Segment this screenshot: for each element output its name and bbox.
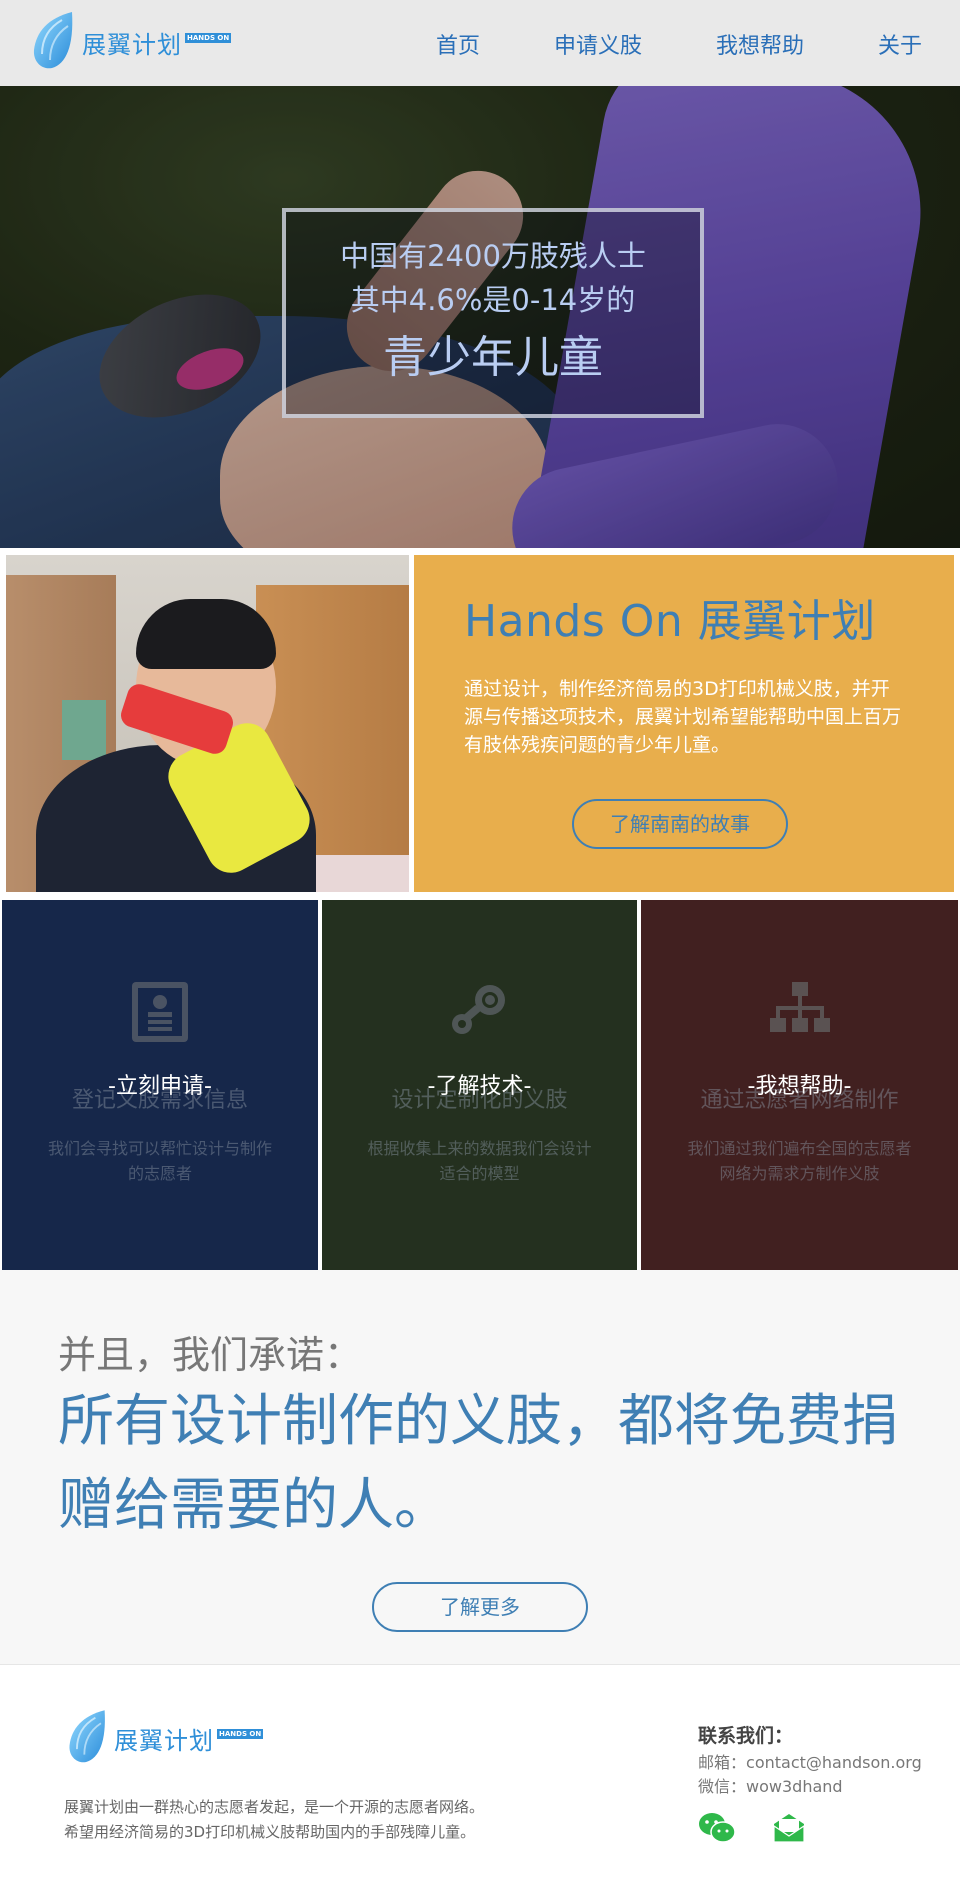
learn-more-button[interactable]: 了解更多	[372, 1582, 588, 1632]
promise-statement: 所有设计制作的义肢，都将免费捐赠给需要的人。	[58, 1389, 898, 1538]
footer: 展翼计划 HANDS ON 展翼计划由一群热心的志愿者发起，是一个开源的志愿者网…	[0, 1664, 960, 1900]
top-navbar: 展翼计划 HANDS ON 首页 申请义肢 我想帮助 关于	[0, 0, 960, 86]
feature-title: -我想帮助-	[747, 1074, 852, 1099]
wing-logo-icon	[33, 12, 73, 69]
wechat-value: wow3dhand	[746, 1777, 843, 1796]
feature-tile-apply[interactable]: 登记义肢需求信息 我们会寻找可以帮忙设计与制作的志愿者 -立刻申请-	[2, 900, 318, 1270]
hero-message-box: 中国有2400万肢残人士 其中4.6%是0-14岁的 青少年儿童	[282, 208, 704, 418]
logo-text: 展翼计划	[82, 30, 182, 59]
photo-poster	[62, 700, 106, 760]
story-button[interactable]: 了解南南的故事	[572, 799, 788, 849]
footer-desc-line-1: 展翼计划由一群热心的志愿者发起，是一个开源的志愿者网络。	[64, 1798, 485, 1816]
feature-title: -立刻申请-	[108, 1074, 212, 1099]
id-card-icon	[132, 982, 188, 1042]
feature-tile-help[interactable]: 通过志愿者网络制作 我们通过我们遍布全国的志愿者网络为需求方制作义肢 -我想帮助…	[641, 900, 958, 1270]
promise-lead: 并且，我们承诺：	[58, 1333, 363, 1377]
footer-logo[interactable]: 展翼计划 HANDS ON	[64, 1705, 264, 1771]
contact-block: 联系我们： 邮箱：contact@handson.org 微信：wow3dhan…	[698, 1721, 922, 1844]
mail-icon[interactable]	[770, 1812, 808, 1844]
nav-link-about[interactable]: 关于	[878, 28, 922, 60]
child-photo	[6, 555, 409, 892]
email-label: 邮箱：	[698, 1753, 747, 1772]
intro-panel: Hands On 展翼计划 通过设计，制作经济简易的3D打印机械义肢，并开源与传…	[414, 555, 954, 892]
intro-body: 通过设计，制作经济简易的3D打印机械义肢，并开源与传播这项技术，展翼计划希望能帮…	[464, 678, 902, 756]
promise-section: 并且，我们承诺： 所有设计制作的义肢，都将免费捐赠给需要的人。 了解更多	[0, 1270, 960, 1664]
hero-line-1: 中国有2400万肢残人士	[340, 239, 646, 273]
hero-line-2: 其中4.6%是0-14岁的	[350, 283, 636, 317]
feature-desc: 根据收集上来的数据我们会设计适合的模型	[367, 1139, 592, 1183]
site-logo[interactable]: 展翼计划 HANDS ON	[28, 10, 232, 74]
feature-desc: 我们会寻找可以帮忙设计与制作的志愿者	[47, 1139, 272, 1183]
contact-email-row: 邮箱：contact@handson.org	[698, 1754, 922, 1772]
hero-banner: 中国有2400万肢残人士 其中4.6%是0-14岁的 青少年儿童	[0, 86, 960, 548]
nav-link-apply[interactable]: 申请义肢	[554, 28, 642, 60]
sitemap-icon	[769, 982, 830, 1032]
wechat-label: 微信：	[698, 1777, 747, 1796]
photo-child-hair	[136, 599, 276, 669]
feature-tile-tech[interactable]: 设计定制化的义肢 根据收集上来的数据我们会设计适合的模型 -了解技术-	[322, 900, 637, 1270]
steam-icon	[451, 985, 505, 1034]
footer-description: 展翼计划由一群热心的志愿者发起，是一个开源的志愿者网络。 希望用经济简易的3D打…	[64, 1795, 484, 1845]
nav-links: 首页 申请义肢 我想帮助 关于	[362, 28, 922, 60]
nav-link-help[interactable]: 我想帮助	[716, 28, 804, 60]
feature-desc: 我们通过我们遍布全国的志愿者网络为需求方制作义肢	[687, 1139, 912, 1183]
logo-badge: HANDS ON	[185, 33, 232, 43]
footer-logo-text: 展翼计划	[114, 1726, 214, 1755]
wechat-icon[interactable]	[698, 1812, 736, 1844]
email-value[interactable]: contact@handson.org	[746, 1753, 922, 1772]
nav-link-home[interactable]: 首页	[436, 28, 480, 60]
feature-title: -了解技术-	[427, 1074, 532, 1099]
footer-logo-badge: HANDS ON	[217, 1729, 264, 1739]
contact-title: 联系我们：	[698, 1725, 794, 1747]
intro-title: Hands On 展翼计划	[464, 596, 876, 647]
hero-line-3: 青少年儿童	[383, 332, 603, 383]
wing-logo-icon	[69, 1710, 105, 1763]
contact-icons	[698, 1812, 922, 1844]
contact-wechat-row: 微信：wow3dhand	[698, 1778, 922, 1796]
footer-desc-line-2: 希望用经济简易的3D打印机械义肢帮助国内的手部残障儿童。	[64, 1823, 476, 1841]
